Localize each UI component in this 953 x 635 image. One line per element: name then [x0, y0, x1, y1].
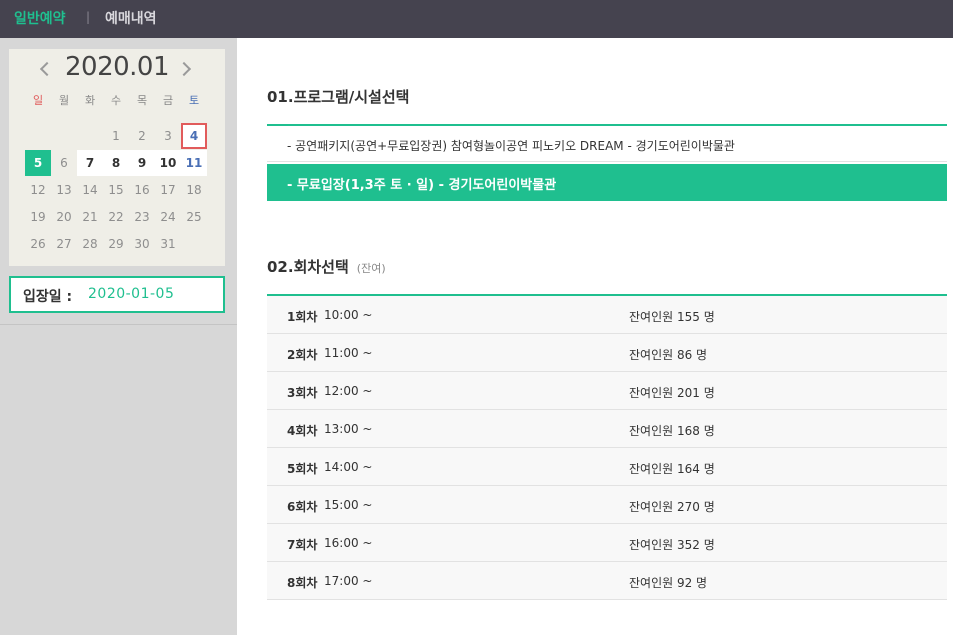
session-number: 2회차	[287, 348, 318, 362]
session-row[interactable]: 8회차 17:00 ~ 잔여인원 92 명	[267, 562, 947, 600]
tab-separator: |	[86, 10, 91, 24]
calendar-day: 19	[30, 210, 46, 224]
calendar-day: 2	[138, 129, 146, 143]
calendar-day: 20	[56, 210, 72, 224]
sidebar: 2020.01 일 월 화 수 목 금 토 1 2 3 4 5 6 7 8 9 10 11 12 13 14 15 16 17…	[0, 38, 237, 635]
program-option-label: - 무료입장(1,3주 토 · 일) - 경기도어린이박물관	[287, 178, 557, 193]
program-option-package[interactable]: - 공연패키지(공연+무료입장권) 참여형놀이공연 피노키오 DREAM - 경…	[267, 126, 947, 162]
calendar-day: 29	[108, 237, 124, 251]
calendar-weekday-header: 토	[188, 94, 200, 107]
session-time: 12:00 ~	[324, 384, 373, 398]
calendar-day: 23	[134, 210, 150, 224]
program-option-label: - 공연패키지(공연+무료입장권) 참여형놀이공연 피노키오 DREAM - 경…	[287, 139, 735, 153]
calendar-weekday-header: 일	[32, 94, 44, 107]
session-number: 1회차	[287, 310, 318, 324]
calendar-weekday-header: 금	[162, 94, 174, 107]
session-row[interactable]: 3회차 12:00 ~ 잔여인원 201 명	[267, 372, 947, 410]
calendar-day[interactable]: 11	[181, 150, 207, 176]
section-session-title-text: 02.회차선택	[267, 258, 349, 276]
calendar-day: 27	[56, 237, 72, 251]
program-option-free-entry[interactable]: - 무료입장(1,3주 토 · 일) - 경기도어린이박물관	[267, 164, 947, 201]
session-remaining: 잔여인원 270 명	[629, 500, 715, 514]
calendar-day[interactable]: 4	[181, 123, 207, 149]
calendar-day: 12	[30, 183, 46, 197]
calendar-weekday-header: 수	[110, 94, 122, 107]
calendar-day: 30	[134, 237, 150, 251]
session-remaining: 잔여인원 86 명	[629, 348, 708, 362]
calendar-weekday-header: 월	[58, 94, 70, 107]
session-number: 3회차	[287, 386, 318, 400]
tab-reservation-history[interactable]: 예매내역	[105, 8, 157, 28]
calendar-day: 24	[160, 210, 176, 224]
session-row[interactable]: 5회차 14:00 ~ 잔여인원 164 명	[267, 448, 947, 486]
session-row[interactable]: 7회차 16:00 ~ 잔여인원 352 명	[267, 524, 947, 562]
calendar-day: 21	[82, 210, 98, 224]
session-remaining: 잔여인원 352 명	[629, 538, 715, 552]
calendar-day: 1	[112, 129, 120, 143]
session-time: 16:00 ~	[324, 536, 373, 550]
calendar-day[interactable]: 10	[155, 150, 181, 176]
calendar: 2020.01 일 월 화 수 목 금 토 1 2 3 4 5 6 7 8 9 10 11 12 13 14 15 16 17…	[9, 49, 225, 266]
entry-date-box: 입장일 : 2020-01-05	[9, 276, 225, 313]
calendar-day[interactable]: 9	[129, 150, 155, 176]
calendar-day: 16	[134, 183, 150, 197]
calendar-day: 22	[108, 210, 124, 224]
calendar-day[interactable]: 5	[25, 150, 51, 176]
entry-date-value: 2020-01-05	[88, 286, 175, 302]
calendar-day: 26	[30, 237, 46, 251]
section-program-title-text: 01.프로그램/시설선택	[267, 88, 410, 106]
calendar-day: 13	[56, 183, 72, 197]
session-time: 17:00 ~	[324, 574, 373, 588]
session-remaining: 잔여인원 168 명	[629, 424, 715, 438]
next-month-chevron-icon[interactable]	[178, 60, 194, 80]
sidebar-divider	[0, 324, 237, 325]
session-remaining: 잔여인원 201 명	[629, 386, 715, 400]
calendar-day: 17	[160, 183, 176, 197]
session-remaining: 잔여인원 164 명	[629, 462, 715, 476]
session-number: 4회차	[287, 424, 318, 438]
calendar-day: 31	[160, 237, 176, 251]
session-row[interactable]: 6회차 15:00 ~ 잔여인원 270 명	[267, 486, 947, 524]
session-time: 10:00 ~	[324, 308, 373, 322]
session-number: 7회차	[287, 538, 318, 552]
calendar-day[interactable]: 7	[77, 150, 103, 176]
calendar-day: 3	[164, 129, 172, 143]
calendar-weekday-header: 화	[84, 94, 96, 107]
section-session-title: 02.회차선택 (잔여)	[267, 256, 386, 277]
session-remaining: 잔여인원 92 명	[629, 576, 708, 590]
session-time: 14:00 ~	[324, 460, 373, 474]
calendar-day: 18	[186, 183, 202, 197]
calendar-day: 28	[82, 237, 98, 251]
calendar-day: 14	[82, 183, 98, 197]
section-session-subtitle: (잔여)	[356, 262, 386, 275]
session-number: 8회차	[287, 576, 318, 590]
calendar-day[interactable]: 8	[103, 150, 129, 176]
calendar-day: 6	[60, 156, 68, 170]
session-number: 6회차	[287, 500, 318, 514]
session-remaining: 잔여인원 155 명	[629, 310, 715, 324]
entry-date-label: 입장일 :	[23, 289, 73, 305]
session-row[interactable]: 1회차 10:00 ~ 잔여인원 155 명	[267, 296, 947, 334]
top-nav-bar: 일반예약 | 예매내역	[0, 0, 953, 38]
session-number: 5회차	[287, 462, 318, 476]
session-time: 13:00 ~	[324, 422, 373, 436]
session-row[interactable]: 2회차 11:00 ~ 잔여인원 86 명	[267, 334, 947, 372]
section-program-title: 01.프로그램/시설선택	[267, 86, 409, 107]
session-time: 11:00 ~	[324, 346, 373, 360]
calendar-day: 15	[108, 183, 124, 197]
session-row[interactable]: 4회차 13:00 ~ 잔여인원 168 명	[267, 410, 947, 448]
calendar-day: 25	[186, 210, 202, 224]
session-time: 15:00 ~	[324, 498, 373, 512]
tab-general-reservation[interactable]: 일반예약	[14, 8, 66, 28]
calendar-weekday-header: 목	[136, 94, 148, 107]
